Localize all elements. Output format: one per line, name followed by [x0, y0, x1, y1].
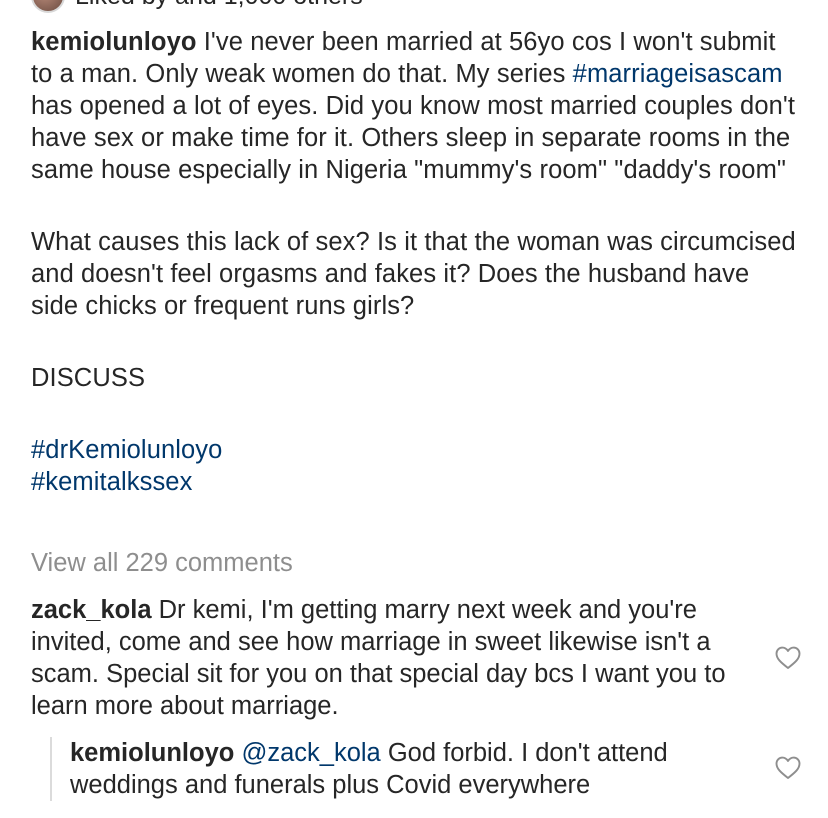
hashtag-link[interactable]: #marriageisascam	[573, 60, 783, 88]
liked-by-row[interactable]: Liked by and 1,000 others	[31, 0, 363, 13]
caption-hashtags: #drKemiolunloyo #kemitalkssex	[31, 434, 801, 498]
heart-outline-icon-svg	[775, 646, 801, 669]
heart-outline-icon[interactable]	[775, 756, 801, 780]
post-caption: kemiolunloyo I've never been married at …	[31, 26, 801, 498]
reply-username[interactable]: kemiolunloyo	[70, 739, 234, 767]
liker-avatar[interactable]	[31, 0, 65, 13]
hashtag-link[interactable]: #drKemiolunloyo	[31, 436, 222, 464]
heart-outline-icon[interactable]	[775, 646, 801, 670]
caption-paragraph-2: What causes this lack of sex? Is it that…	[31, 228, 796, 320]
comment-username[interactable]: zack_kola	[31, 596, 152, 624]
liked-by-text: Liked by and 1,000 others	[75, 0, 363, 9]
view-all-comments-link[interactable]: View all 229 comments	[31, 547, 293, 579]
hashtag-link[interactable]: #kemitalkssex	[31, 468, 192, 496]
reply-mention-link[interactable]: @zack_kola	[241, 739, 380, 767]
comment: zack_kola Dr kemi, I'm getting marry nex…	[31, 594, 751, 722]
reply: kemiolunloyo @zack_kola God forbid. I do…	[50, 737, 780, 801]
caption-paragraph-1: kemiolunloyo I've never been married at …	[31, 26, 801, 186]
post-username[interactable]: kemiolunloyo	[31, 28, 197, 56]
heart-outline-icon-svg	[775, 756, 801, 779]
caption-text-part-2: has opened a lot of eyes. Did you know m…	[31, 92, 796, 184]
caption-paragraph-3: DISCUSS	[31, 364, 146, 392]
